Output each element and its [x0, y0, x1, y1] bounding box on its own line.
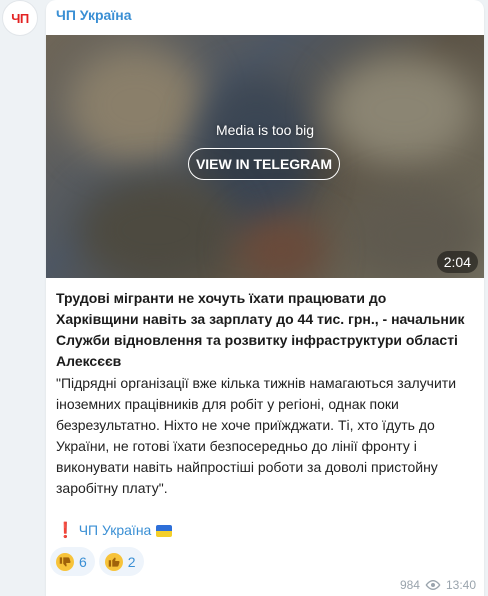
reaction-thumbs-down[interactable]: 6: [50, 547, 95, 576]
reaction-count: 2: [127, 553, 136, 570]
media-blur-shape: [326, 55, 476, 165]
post-quote: "Підрядні організації вже кілька тижнів …: [56, 375, 457, 496]
reaction-thumbs-up[interactable]: 2: [98, 547, 144, 576]
message-bubble: ЧП Україна Media is too big VIEW IN TELE…: [46, 0, 484, 596]
video-duration-badge: 2:04: [436, 251, 478, 273]
ukraine-flag-icon: [156, 524, 173, 537]
view-count: 984: [399, 578, 420, 592]
message-meta: 984 13:40: [400, 578, 476, 592]
media-blur-shape: [76, 175, 236, 278]
reaction-count: 6: [79, 553, 87, 570]
media-too-big-notice: Media is too big: [215, 122, 315, 138]
post-signature: ❗ ЧП Україна: [56, 520, 173, 541]
thumbs-up-icon: [104, 552, 123, 571]
telegram-channel-page: ЧП ЧП Україна Media is too big VIEW IN T…: [0, 0, 488, 596]
thumbs-down-icon: [56, 552, 74, 571]
message-time: 13:40: [445, 578, 476, 592]
channel-avatar-logo: ЧП: [11, 10, 29, 26]
signature-channel-link[interactable]: ЧП Україна: [79, 520, 152, 541]
post-headline: Трудові мігранти не хочуть їхати працюва…: [56, 290, 465, 369]
channel-name-link[interactable]: ЧП Україна: [56, 7, 132, 23]
reactions-bar: 6 2: [50, 547, 144, 576]
eye-icon: [425, 580, 441, 590]
channel-avatar[interactable]: ЧП: [2, 0, 38, 36]
exclamation-icon: ❗: [56, 522, 75, 539]
video-media-preview[interactable]: Media is too big VIEW IN TELEGRAM 2:04: [46, 35, 484, 278]
media-blur-shape: [66, 45, 206, 165]
media-blur-shape: [236, 215, 326, 278]
view-in-telegram-button[interactable]: VIEW IN TELEGRAM: [188, 148, 340, 180]
